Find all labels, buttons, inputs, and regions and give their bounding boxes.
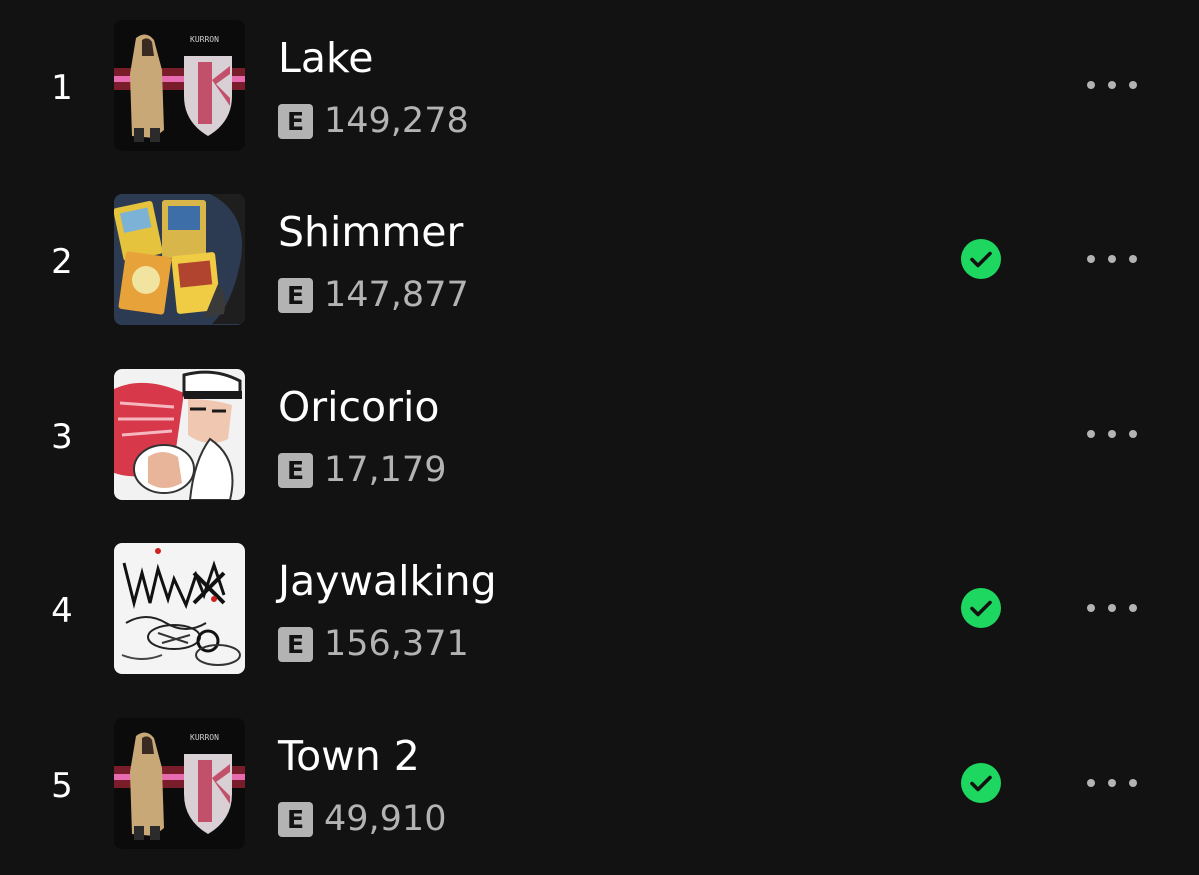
cover-text: KURRON [190, 35, 219, 44]
saved-check-icon[interactable] [961, 588, 1001, 628]
explicit-badge: E [278, 802, 313, 837]
play-count: 17,179 [324, 450, 447, 490]
track-row[interactable]: 5 KURRON Town 2 E 49,910 [0, 698, 1199, 872]
track-row[interactable]: 4 Jaywalking E 156,371 [0, 523, 1199, 697]
track-row[interactable]: 2 Shimmer E 147,877 [0, 174, 1199, 348]
more-options-button[interactable] [1080, 65, 1144, 105]
explicit-badge: E [278, 453, 313, 488]
trading-cards-album-art-icon [114, 194, 245, 325]
track-row[interactable]: 3 Oricorio E 17,179 [0, 349, 1199, 523]
more-options-button[interactable] [1080, 763, 1144, 803]
more-dots-icon [1087, 604, 1137, 612]
track-title[interactable]: Lake [278, 33, 373, 83]
track-rank: 5 [51, 766, 73, 806]
anime-character-album-art-icon [114, 369, 245, 500]
more-options-button[interactable] [1080, 414, 1144, 454]
saved-check-icon[interactable] [961, 763, 1001, 803]
more-dots-icon [1087, 255, 1137, 263]
more-options-button[interactable] [1080, 239, 1144, 279]
cover-text: KURRON [190, 733, 219, 742]
explicit-badge: E [278, 104, 313, 139]
play-count: 156,371 [324, 624, 469, 664]
saved-check-icon[interactable] [961, 239, 1001, 279]
more-dots-icon [1087, 430, 1137, 438]
track-title[interactable]: Oricorio [278, 382, 439, 432]
explicit-badge: E [278, 278, 313, 313]
more-dots-icon [1087, 81, 1137, 89]
explicit-badge: E [278, 627, 313, 662]
kurron-album-art-icon: KURRON [114, 718, 245, 849]
kurron-album-art-icon: KURRON [114, 20, 245, 151]
track-rank: 1 [51, 68, 73, 108]
track-row[interactable]: 1 KURRON Lake E 149,278 [0, 0, 1199, 174]
track-title[interactable]: Town 2 [278, 731, 420, 781]
track-rank: 2 [51, 242, 73, 282]
play-count: 149,278 [324, 101, 469, 141]
track-title[interactable]: Jaywalking [278, 556, 497, 606]
play-count: 147,877 [324, 275, 469, 315]
track-title[interactable]: Shimmer [278, 207, 463, 257]
play-count: 49,910 [324, 799, 447, 839]
popular-tracks-list: 1 KURRON Lake E 149,278 2 Shimmer E 147,… [0, 0, 1199, 875]
track-rank: 3 [51, 417, 73, 457]
track-rank: 4 [51, 591, 73, 631]
sketch-doodle-album-art-icon [114, 543, 245, 674]
more-dots-icon [1087, 779, 1137, 787]
more-options-button[interactable] [1080, 588, 1144, 628]
